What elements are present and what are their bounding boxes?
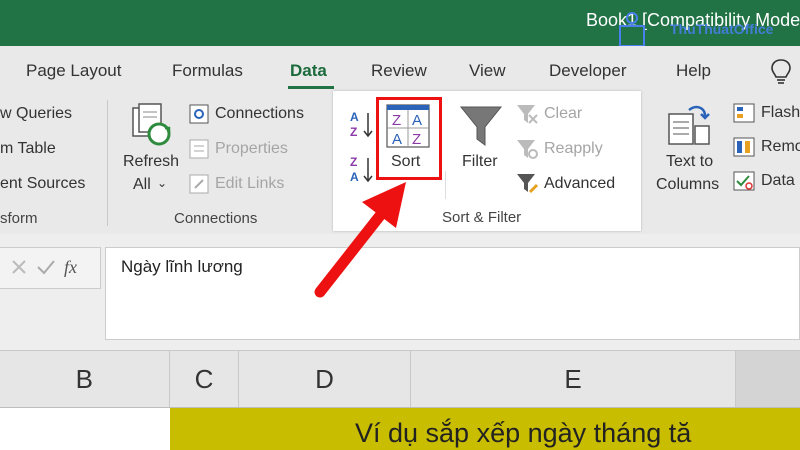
text-to-columns-label-line2[interactable]: Columns — [656, 176, 719, 194]
tab-view[interactable]: View — [469, 61, 506, 81]
sort-highlight-box — [376, 97, 442, 180]
properties-button[interactable]: Properties — [215, 140, 288, 158]
refresh-all-icon[interactable] — [131, 102, 175, 148]
tab-help[interactable]: Help — [676, 61, 711, 81]
insert-function-icon[interactable]: fx — [64, 257, 77, 278]
reapply-filter-icon[interactable] — [515, 138, 539, 160]
tab-developer[interactable]: Developer — [549, 61, 627, 81]
tab-formulas[interactable]: Formulas — [172, 61, 243, 81]
clear-filter-icon[interactable] — [515, 103, 539, 125]
clear-button[interactable]: Clear — [544, 105, 582, 123]
merged-title-cell[interactable]: Ví dụ sắp xếp ngày tháng tă — [170, 408, 800, 450]
title-bar: Book1 [Compatibility Mode ThuThuatOffice — [0, 0, 800, 46]
chevron-down-icon[interactable]: ⌄ — [157, 176, 167, 190]
lightbulb-icon[interactable] — [770, 58, 792, 86]
group-label-connections: Connections — [174, 210, 258, 227]
watermark: ThuThuatOffice — [608, 8, 798, 46]
refresh-all-label-line1[interactable]: Refresh — [123, 153, 179, 171]
active-tab-indicator — [288, 86, 334, 89]
recent-sources-button[interactable]: ent Sources — [0, 175, 85, 193]
column-header-b[interactable]: B — [0, 351, 170, 407]
red-arrow-annotation — [314, 182, 406, 298]
tab-data[interactable]: Data — [290, 61, 327, 81]
remove-duplicates-button[interactable]: Remo — [761, 138, 800, 156]
group-divider — [107, 100, 108, 226]
svg-text:Z: Z — [350, 155, 357, 169]
cell-text: Ví dụ sắp xếp ngày tháng tă — [355, 418, 692, 448]
column-header-d[interactable]: D — [239, 351, 411, 407]
connections-button[interactable]: Connections — [215, 105, 304, 123]
connections-icon — [189, 104, 209, 124]
column-headers: B C D E — [0, 350, 800, 408]
svg-text:A: A — [350, 110, 359, 124]
filter-button-label[interactable]: Filter — [462, 153, 498, 171]
text-to-columns-label-line1[interactable]: Text to — [666, 153, 713, 171]
column-header-f[interactable] — [736, 351, 800, 407]
filter-icon[interactable] — [459, 103, 503, 147]
edit-links-button[interactable]: Edit Links — [215, 175, 284, 193]
advanced-button[interactable]: Advanced — [544, 175, 615, 193]
edit-links-icon — [189, 174, 209, 194]
from-table-button[interactable]: m Table — [0, 140, 56, 158]
group-label-sort-filter: Sort & Filter — [442, 209, 522, 226]
refresh-all-label-line2[interactable]: All — [133, 176, 151, 194]
tab-page-layout[interactable]: Page Layout — [26, 61, 121, 81]
group-label-get-transform: sform — [0, 210, 38, 227]
svg-text:Z: Z — [350, 125, 357, 139]
cancel-entry-icon[interactable] — [10, 258, 28, 276]
flash-fill-button[interactable]: Flash — [761, 104, 800, 122]
remove-duplicates-icon — [733, 137, 755, 157]
reapply-button[interactable]: Reapply — [544, 140, 603, 158]
text-to-columns-icon[interactable] — [667, 104, 711, 148]
tab-review[interactable]: Review — [371, 61, 427, 81]
data-validation-button[interactable]: Data — [761, 172, 795, 190]
sort-a-to-z-icon[interactable]: A Z — [349, 109, 375, 139]
formula-content: Ngày lĩnh lương — [121, 257, 243, 276]
ribbon-tabs: Page Layout Formulas Data Review View De… — [0, 46, 800, 94]
check-icon[interactable] — [36, 258, 56, 276]
properties-icon — [189, 139, 209, 159]
advanced-filter-icon[interactable] — [515, 172, 539, 194]
flash-fill-icon — [733, 103, 755, 123]
divider — [445, 171, 446, 199]
formula-controls: fx — [0, 247, 101, 289]
column-header-e[interactable]: E — [411, 351, 736, 407]
watermark-logo-icon — [619, 12, 645, 46]
watermark-text: ThuThuatOffice — [670, 21, 774, 37]
data-validation-icon — [733, 171, 755, 191]
column-header-c[interactable]: C — [170, 351, 239, 407]
queries-button[interactable]: w Queries — [0, 105, 72, 123]
